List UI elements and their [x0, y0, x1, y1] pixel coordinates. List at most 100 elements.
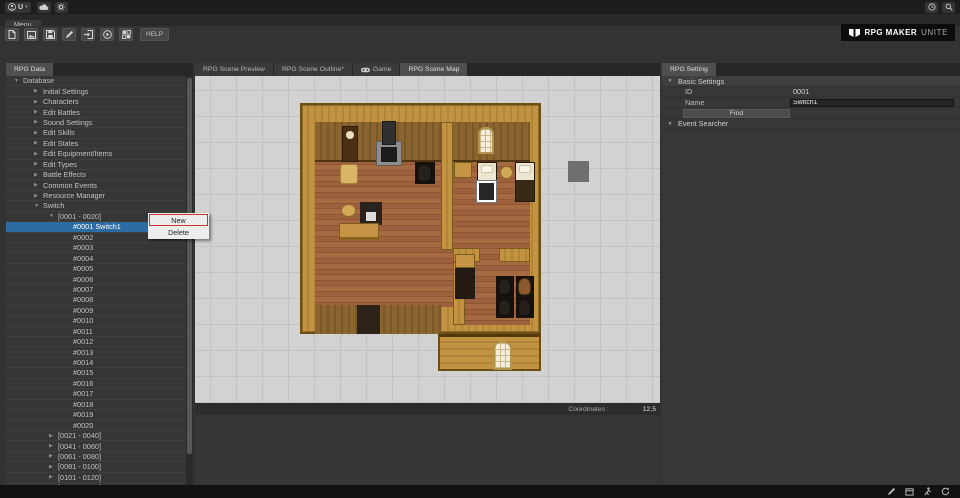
- collapsed-arrow-icon[interactable]: ▶: [34, 161, 43, 167]
- tree-item[interactable]: #0008: [6, 295, 186, 305]
- tree-scrollbar-thumb[interactable]: [187, 78, 192, 454]
- npc-mat: [360, 202, 382, 225]
- map-canvas[interactable]: [195, 76, 660, 403]
- tab-rpg-scene-map[interactable]: RPG Scene Map: [400, 63, 467, 76]
- collapsed-arrow-icon[interactable]: ▶: [34, 88, 43, 94]
- tab-game[interactable]: Game: [353, 63, 400, 76]
- tree-item[interactable]: ▶Sound Settings: [6, 118, 186, 128]
- event-searcher-arrow-icon[interactable]: ▼: [662, 121, 678, 127]
- collapsed-arrow-icon[interactable]: ▶: [34, 193, 43, 199]
- context-menu-item[interactable]: New: [149, 214, 208, 226]
- tree-item[interactable]: ▶Edit Types: [6, 160, 186, 170]
- tree-item[interactable]: ▶[0041 - 0060]: [6, 441, 186, 451]
- tree-item[interactable]: #0019: [6, 410, 186, 420]
- tree-item[interactable]: ▶Common Events: [6, 180, 186, 190]
- tree-item[interactable]: ▶[0021 - 0040]: [6, 431, 186, 441]
- tree-item[interactable]: #0012: [6, 337, 186, 347]
- tree-item[interactable]: #0020: [6, 420, 186, 430]
- tree-scrollbar[interactable]: [186, 76, 193, 485]
- tree-item[interactable]: ▼Database: [6, 76, 186, 86]
- name-input[interactable]: [790, 99, 954, 108]
- history-button[interactable]: [925, 2, 938, 13]
- brush-icon[interactable]: [887, 487, 896, 496]
- tree-item-label: Sound Settings: [43, 118, 93, 127]
- history-clock-icon: [928, 3, 936, 11]
- tree-item[interactable]: #0005: [6, 264, 186, 274]
- collapsed-arrow-icon[interactable]: ▶: [49, 433, 58, 439]
- edit-button[interactable]: [62, 28, 76, 41]
- collapsed-arrow-icon[interactable]: ▶: [34, 109, 43, 115]
- tree-item[interactable]: ▶Characters: [6, 97, 186, 107]
- expanded-arrow-icon[interactable]: ▼: [49, 213, 58, 219]
- build-button[interactable]: [119, 28, 133, 41]
- user-account-button[interactable]: U ▾: [5, 2, 31, 13]
- tree-item[interactable]: ▶Edit Equipment/Items: [6, 149, 186, 159]
- find-button[interactable]: Find: [683, 109, 790, 118]
- tree-item[interactable]: #0010: [6, 316, 186, 326]
- collapsed-arrow-icon[interactable]: ▶: [34, 140, 43, 146]
- collapsed-arrow-icon[interactable]: ▶: [49, 464, 58, 470]
- collapsed-arrow-icon[interactable]: ▶: [49, 474, 58, 480]
- selected-map-tile[interactable]: [477, 181, 496, 202]
- tree-item[interactable]: #0009: [6, 306, 186, 316]
- tree-item[interactable]: #0004: [6, 253, 186, 263]
- collapsed-arrow-icon[interactable]: ▶: [49, 453, 58, 459]
- help-button[interactable]: HELP: [140, 28, 169, 41]
- tree-item[interactable]: ▶Resource Manager: [6, 191, 186, 201]
- tree-item[interactable]: ▶[0061 - 0080]: [6, 452, 186, 462]
- tree-item[interactable]: ▶Battle Effects: [6, 170, 186, 180]
- tab-rpg-data[interactable]: RPG Data: [6, 63, 53, 76]
- tree-item[interactable]: #0007: [6, 285, 186, 295]
- context-menu-item[interactable]: Delete: [149, 226, 208, 238]
- new-file-button[interactable]: [5, 28, 19, 41]
- import-button[interactable]: [81, 28, 95, 41]
- tree-item[interactable]: #0013: [6, 347, 186, 357]
- save-button[interactable]: [43, 28, 57, 41]
- tree-item[interactable]: ▶Edit States: [6, 139, 186, 149]
- package-icon[interactable]: [905, 487, 914, 496]
- settings-button[interactable]: [55, 2, 68, 13]
- refresh-icon[interactable]: [941, 487, 950, 496]
- search-button[interactable]: [942, 2, 955, 13]
- gamepad-icon: [361, 67, 370, 73]
- tree-item[interactable]: #0017: [6, 389, 186, 399]
- expanded-arrow-icon[interactable]: ▼: [34, 203, 43, 209]
- tree-item[interactable]: #0006: [6, 274, 186, 284]
- play-icon: [103, 30, 112, 39]
- tree-item[interactable]: ▶Edit Battles: [6, 107, 186, 117]
- tree-item[interactable]: ▶Edit Skills: [6, 128, 186, 138]
- tree-item[interactable]: ▶[0081 - 0100]: [6, 462, 186, 472]
- tab-rpg-scene-preview[interactable]: RPG Scene Preview: [195, 63, 273, 76]
- database-tree[interactable]: ▼Database▶Initial Settings▶Characters▶Ed…: [6, 76, 186, 485]
- open-scene-button[interactable]: [24, 28, 38, 41]
- basic-settings-header[interactable]: ▼ Basic Settings: [662, 76, 960, 87]
- tree-item[interactable]: #0015: [6, 368, 186, 378]
- collapsed-arrow-icon[interactable]: ▶: [34, 119, 43, 125]
- tree-item[interactable]: #0016: [6, 379, 186, 389]
- tab-rpg-setting[interactable]: RPG Setting: [662, 63, 716, 76]
- tree-item[interactable]: ▶[0101 - 0120]: [6, 473, 186, 483]
- expanded-arrow-icon[interactable]: ▼: [14, 78, 23, 84]
- play-button[interactable]: [100, 28, 114, 41]
- map-gray-tile[interactable]: [568, 161, 589, 182]
- tree-item[interactable]: #0014: [6, 358, 186, 368]
- cloud-sync-button[interactable]: [37, 2, 51, 13]
- tab-rpg-scene-outline[interactable]: RPG Scene Outline*: [274, 63, 352, 76]
- collapsed-arrow-icon[interactable]: ▶: [34, 130, 43, 136]
- tree-item[interactable]: #0011: [6, 327, 186, 337]
- coordinates-bar: Coordinates : 12,5: [195, 403, 660, 415]
- collapsed-arrow-icon[interactable]: ▶: [34, 182, 43, 188]
- collapsed-arrow-icon[interactable]: ▶: [49, 443, 58, 449]
- tree-item[interactable]: #0018: [6, 400, 186, 410]
- rpg-setting-tabrow: RPG Setting: [662, 63, 960, 76]
- collapsed-arrow-icon[interactable]: ▶: [34, 172, 43, 178]
- tree-item[interactable]: ▶Initial Settings: [6, 86, 186, 96]
- expanded-arrow-icon[interactable]: ▼: [662, 78, 678, 84]
- event-searcher-header[interactable]: ▼ Event Searcher: [662, 119, 960, 130]
- collapsed-arrow-icon[interactable]: ▶: [34, 151, 43, 157]
- tree-item[interactable]: #0003: [6, 243, 186, 253]
- map-house: [300, 103, 541, 334]
- tree-item[interactable]: ▼Switch: [6, 201, 186, 211]
- collapsed-arrow-icon[interactable]: ▶: [34, 99, 43, 105]
- runner-icon[interactable]: [923, 487, 932, 496]
